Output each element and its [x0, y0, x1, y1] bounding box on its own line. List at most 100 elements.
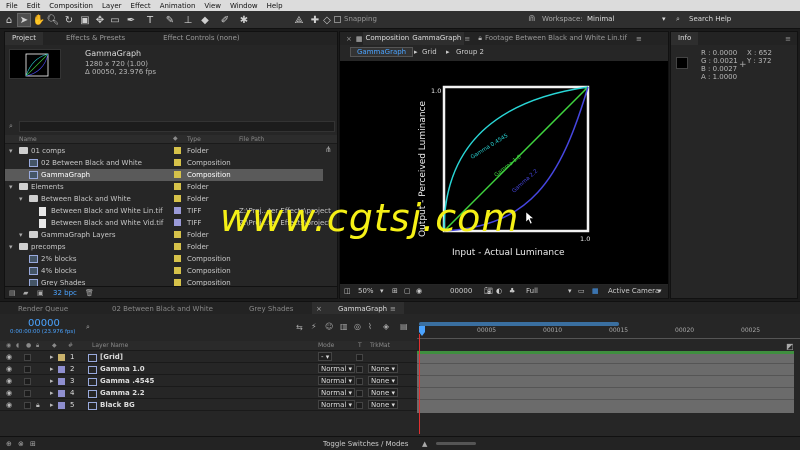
menu-item-effect[interactable]: Effect	[131, 2, 151, 10]
flowchart-icon[interactable]: ⋔	[325, 145, 332, 154]
trash-icon[interactable]: 🗑︎	[85, 289, 94, 297]
layer-mode-dropdown[interactable]: - ▾	[318, 352, 333, 361]
label-color-swatch[interactable]	[174, 243, 181, 250]
snapshot-icon[interactable]: 📷︎	[484, 287, 493, 295]
pen-tool-icon[interactable]: ✒	[124, 13, 138, 27]
disclosure-triangle-icon[interactable]: ▾	[9, 241, 13, 253]
layer-row[interactable]: ◉ ▸ 3 Gamma .4545 Normal ▾ None ▾	[0, 376, 417, 387]
zoom-tool-icon[interactable]: 🔍︎	[46, 13, 60, 27]
project-item[interactable]: 2% blocks Composition	[5, 253, 323, 265]
disclosure-triangle-icon[interactable]: ▾	[9, 181, 13, 193]
preserve-transparency-toggle[interactable]	[356, 354, 363, 361]
tab-info[interactable]: Info	[671, 32, 699, 45]
disclosure-triangle-icon[interactable]: ▾	[19, 229, 23, 241]
comp-mini-flowchart-icon[interactable]: ⇆	[296, 323, 303, 332]
eye-icon[interactable]: ◉	[6, 388, 12, 399]
tab-footage[interactable]: Footage Between Black and White Lin.tif	[482, 32, 634, 45]
menu-item-composition[interactable]: Composition	[49, 2, 93, 10]
layer-mode-dropdown[interactable]: Normal ▾	[318, 400, 356, 409]
new-folder-icon[interactable]: ▰	[23, 289, 28, 297]
work-area-bar[interactable]	[419, 322, 619, 326]
eraser-tool-icon[interactable]: ◆	[198, 13, 212, 27]
layer-label-color[interactable]	[58, 402, 65, 409]
bit-depth-button[interactable]: 32 bpc	[53, 289, 77, 297]
home-icon[interactable]: ⌂	[2, 13, 16, 27]
transparency-grid-icon[interactable]: ▦	[592, 287, 599, 295]
close-icon[interactable]: ×	[316, 305, 322, 313]
disclosure-triangle-icon[interactable]: ▾	[19, 193, 23, 205]
eye-icon[interactable]: ◉	[6, 376, 12, 387]
always-preview-icon[interactable]: ◫	[344, 287, 351, 295]
camera-dropdown[interactable]: Active Camera	[608, 287, 659, 295]
layer-row[interactable]: ◉ 🔒︎ ▸ 5 Black BG Normal ▾ None ▾	[0, 400, 417, 411]
layer-mode-dropdown[interactable]: Normal ▾	[318, 388, 356, 397]
layer-search-input[interactable]	[96, 322, 246, 332]
channel-icon[interactable]: ♣	[509, 287, 515, 295]
label-color-swatch[interactable]	[174, 147, 181, 154]
breadcrumb-gammagraph[interactable]: GammaGraph	[350, 47, 414, 57]
label-color-swatch[interactable]	[174, 159, 181, 166]
comp-button-icon[interactable]: ◩	[786, 342, 794, 351]
zoom-out-icon[interactable]: ▲	[422, 440, 427, 448]
panel-menu-icon[interactable]: ≡	[785, 35, 791, 43]
layer-row[interactable]: ◉ ▸ 2 Gamma 1.0 Normal ▾ None ▾	[0, 364, 417, 375]
label-color-swatch[interactable]	[174, 183, 181, 190]
hand-tool-icon[interactable]: ✋	[32, 13, 46, 27]
menu-item-window[interactable]: Window	[230, 2, 258, 10]
solo-toggle[interactable]	[24, 378, 31, 385]
tab-composition-name[interactable]: GammaGraph	[409, 32, 465, 45]
col-name[interactable]: Name	[19, 136, 37, 143]
transfer-controls-icon[interactable]: ⊗	[18, 440, 24, 448]
layer-switches-icon[interactable]: ⊕	[6, 440, 12, 448]
resolution-grid-icon[interactable]: ⊞	[392, 287, 398, 295]
label-color-swatch[interactable]	[174, 207, 181, 214]
twirl-arrow-icon[interactable]: ▸	[50, 364, 54, 375]
menu-item-layer[interactable]: Layer	[102, 2, 122, 10]
shy-layers-icon[interactable]: ☺	[325, 322, 333, 331]
pan-behind-tool-icon[interactable]: ✥	[93, 13, 107, 27]
col-filepath[interactable]: File Path	[239, 136, 264, 143]
tab-effect-controls[interactable]: Effect Controls (none)	[156, 32, 246, 45]
zoom-dropdown[interactable]: 50%	[358, 287, 374, 295]
label-color-swatch[interactable]	[174, 219, 181, 226]
title-safe-icon[interactable]: ▢	[404, 287, 411, 295]
view-axis-icon[interactable]: ◇	[320, 13, 334, 27]
layer-trkmat-dropdown[interactable]: None ▾	[368, 400, 399, 409]
disclosure-triangle-icon[interactable]: ▾	[9, 145, 13, 157]
menu-item-edit[interactable]: Edit	[27, 2, 41, 10]
chevron-down-icon[interactable]: ▾	[662, 15, 666, 23]
chevron-down-icon[interactable]: ▾	[658, 287, 662, 295]
eye-icon[interactable]: ◉	[6, 352, 12, 363]
local-axis-icon[interactable]: ⟁	[292, 13, 306, 27]
tab-composition-label[interactable]: Composition	[362, 32, 410, 45]
label-color-swatch[interactable]	[174, 267, 181, 274]
layer-name[interactable]: Gamma 2.2	[100, 388, 145, 399]
brush-tool-icon[interactable]: ✎	[163, 13, 177, 27]
eye-icon[interactable]: ◉	[6, 400, 12, 411]
project-item[interactable]: GammaGraph Composition	[5, 169, 323, 181]
layer-mode-dropdown[interactable]: Normal ▾	[318, 364, 356, 373]
selection-tool-icon[interactable]: ➤	[17, 13, 31, 27]
current-time-display[interactable]: 00000	[450, 287, 472, 295]
snapping-checkbox[interactable]	[334, 16, 341, 23]
breadcrumb-group[interactable]: Group 2	[456, 48, 484, 56]
layer-name[interactable]: Black BG	[100, 400, 135, 411]
layer-label-color[interactable]	[58, 354, 65, 361]
graph-editor-icon[interactable]: ⌇	[368, 322, 372, 331]
panel-menu-icon[interactable]: ≡	[390, 305, 396, 313]
tab-timeline-0[interactable]: Render Queue	[18, 305, 68, 313]
layer-trkmat-dropdown[interactable]: None ▾	[368, 364, 399, 373]
tab-effects-presets[interactable]: Effects & Presets	[59, 32, 132, 45]
layer-name[interactable]: Gamma 1.0	[100, 364, 145, 375]
search-help-input[interactable]: Search Help	[689, 15, 731, 23]
preserve-transparency-toggle[interactable]	[356, 378, 363, 385]
camera-tool-icon[interactable]: ▣	[78, 13, 92, 27]
menu-item-file[interactable]: File	[6, 2, 18, 10]
solo-toggle[interactable]	[24, 366, 31, 373]
label-color-swatch[interactable]	[174, 231, 181, 238]
layer-row[interactable]: ◉ ▸ 1 [Grid] - ▾	[0, 352, 417, 363]
chevron-down-icon[interactable]: ▾	[568, 287, 572, 295]
label-color-swatch[interactable]	[174, 195, 181, 202]
layer-name[interactable]: [Grid]	[100, 352, 123, 363]
roto-brush-tool-icon[interactable]: ✐	[218, 13, 232, 27]
